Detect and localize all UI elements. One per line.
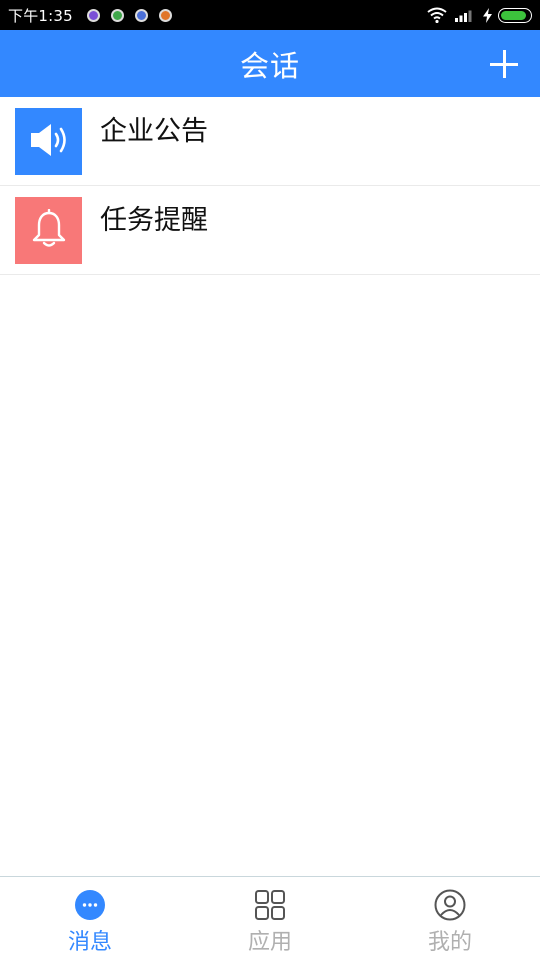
tab-apps[interactable]: 应用 xyxy=(180,877,360,960)
app-notification-icon-2 xyxy=(110,8,124,22)
conversation-item-announcement[interactable]: 企业公告 xyxy=(0,97,540,186)
app-notification-icon-4 xyxy=(158,8,172,22)
apps-grid-icon xyxy=(254,889,286,921)
page-title: 会话 xyxy=(239,48,300,83)
tab-bar: 消息 应用 我的 xyxy=(0,876,540,960)
app-notification-icon-3 xyxy=(134,8,148,22)
chat-bubble-icon xyxy=(74,889,106,921)
task-reminder-icon-tile xyxy=(15,197,82,264)
app-notification-icon-1 xyxy=(86,8,100,22)
bell-icon xyxy=(31,208,67,253)
announcement-icon-tile xyxy=(15,108,82,175)
conversation-item-task-reminder[interactable]: 任务提醒 xyxy=(0,186,540,275)
charging-icon xyxy=(483,7,492,23)
tab-label: 应用 xyxy=(247,930,292,955)
tab-label: 消息 xyxy=(67,930,112,955)
battery-level xyxy=(501,10,527,20)
conversation-title: 任务提醒 xyxy=(100,205,208,236)
tab-messages[interactable]: 消息 xyxy=(0,877,180,960)
screen: 下午1:35 会话 企业公告 任务提醒 消息 应用 我的 xyxy=(0,0,540,960)
status-right xyxy=(427,7,532,23)
status-bar: 下午1:35 xyxy=(0,0,540,30)
conversation-title: 企业公告 xyxy=(100,116,208,147)
header: 会话 xyxy=(0,30,540,97)
signal-icon xyxy=(455,8,475,22)
status-left: 下午1:35 xyxy=(8,5,183,26)
add-button[interactable] xyxy=(490,50,518,78)
wifi-icon xyxy=(427,7,447,23)
profile-icon xyxy=(434,889,466,921)
tab-profile[interactable]: 我的 xyxy=(360,877,540,960)
tab-label: 我的 xyxy=(427,930,472,955)
speaker-icon xyxy=(27,120,71,164)
conversation-list: 企业公告 任务提醒 xyxy=(0,97,540,275)
status-time: 下午1:35 xyxy=(8,6,73,25)
battery-icon xyxy=(498,7,532,23)
